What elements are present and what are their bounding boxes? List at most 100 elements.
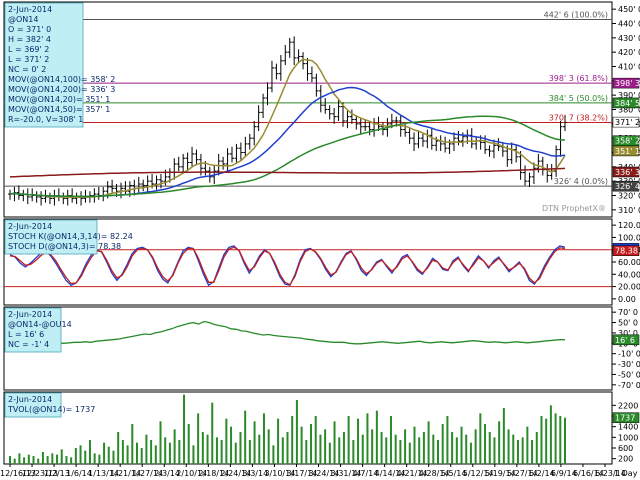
legend-entry: MOV(@ON14,50)= 357' 1	[8, 105, 110, 114]
y-tick-label: -10' 0	[618, 350, 640, 359]
y-tick-label: 100.00	[618, 233, 640, 242]
volume-bar	[98, 454, 101, 464]
volume-bar	[512, 434, 515, 464]
y-tick-label: 430' 0	[618, 34, 640, 43]
volume-bar	[51, 453, 54, 464]
legend-entry: NC = 0' 2	[8, 65, 46, 74]
volume-bar	[135, 442, 138, 464]
volume-bar	[93, 453, 96, 464]
volume-bar	[164, 437, 167, 464]
volume-bar	[314, 416, 317, 464]
legend-entry: STOCH K(@ON14,3,14)= 82.24	[8, 232, 133, 241]
volume-bar	[474, 429, 477, 464]
volume-bar	[267, 429, 270, 464]
legend-entry: MOV(@ON14,100)= 358' 2	[8, 75, 115, 84]
y-tick-label: 20.00	[618, 283, 640, 292]
timeframe-label: 1 Day	[614, 469, 638, 478]
volume-bar	[140, 448, 143, 464]
volume-bar	[60, 449, 63, 464]
volume-bar	[187, 424, 190, 464]
value-badge-text: 326' 4	[615, 182, 640, 191]
value-badge-text: 351' 1	[615, 147, 640, 156]
legend-entry: H = 382' 4	[8, 35, 51, 44]
y-tick-label: 0.00	[618, 295, 636, 304]
volume-bar	[432, 434, 435, 464]
value-badge-text: 16' 6	[615, 336, 635, 345]
volume-bar	[112, 450, 115, 464]
legend-entry: @ON14-@OU14	[8, 320, 72, 329]
volume-bar	[437, 440, 440, 464]
fib-label: 398' 3 (61.8%)	[549, 74, 608, 83]
volume-bar	[107, 446, 110, 464]
volume-bar	[103, 442, 106, 464]
volume-bar	[310, 424, 313, 464]
panel-4: 220018001400100060020017372-Jun-2014TVOL…	[3, 391, 640, 465]
volume-bar	[88, 440, 91, 464]
watermark: DTN ProphetX®	[542, 204, 606, 213]
volume-bar	[451, 432, 454, 464]
volume-bar	[380, 432, 383, 464]
volume-bar	[540, 416, 543, 464]
y-tick-label: 320' 0	[618, 192, 640, 201]
y-tick-label: -70' 0	[618, 381, 640, 390]
volume-bar	[159, 421, 162, 464]
legend-entry: TVOL(@ON14)= 1737	[7, 405, 95, 414]
legend-entry: NC = -1' 4	[8, 340, 49, 349]
volume-bar	[56, 454, 59, 464]
volume-bar	[333, 421, 336, 464]
volume-bar	[516, 440, 519, 464]
volume-bar	[70, 457, 73, 464]
y-tick-label: 60.00	[618, 258, 640, 267]
legend-entry: L = 369' 2	[8, 45, 49, 54]
y-tick-label: 40.00	[618, 270, 640, 279]
volume-bar	[460, 426, 463, 464]
volume-bar	[225, 418, 228, 464]
volume-bar	[117, 432, 120, 464]
volume-bar	[352, 440, 355, 464]
legend-entry: MOV(@ON14,20)= 351' 1	[8, 95, 110, 104]
volume-bar	[488, 432, 491, 464]
volume-bar	[347, 416, 350, 464]
volume-bar	[319, 434, 322, 464]
volume-bar	[498, 421, 501, 464]
volume-bar	[342, 432, 345, 464]
fib-label: 326' 4 (0.0%)	[554, 177, 608, 186]
volume-bar	[375, 410, 378, 464]
volume-bar	[389, 416, 392, 464]
value-badge-text: 78.38	[615, 247, 638, 256]
volume-bar	[446, 416, 449, 464]
volume-bar	[192, 445, 195, 464]
volume-bar	[399, 440, 402, 464]
volume-bar	[79, 445, 82, 464]
volume-bar	[465, 434, 468, 464]
volume-bar	[201, 432, 204, 464]
volume-bar	[272, 445, 275, 464]
fib-label: 442' 6 (100.0%)	[544, 11, 608, 20]
volume-bar	[324, 429, 327, 464]
volume-bar	[23, 457, 26, 464]
volume-bar	[154, 445, 157, 464]
volume-bar	[65, 456, 68, 464]
y-tick-label: 420' 0	[618, 48, 640, 57]
volume-bar	[338, 437, 341, 464]
volume-bar	[173, 429, 176, 464]
volume-bar	[197, 413, 200, 464]
legend-entry: L = 16' 6	[8, 330, 44, 339]
legend-entry: L = 371' 2	[8, 55, 49, 64]
panel-frame	[3, 306, 613, 391]
volume-bar	[220, 440, 223, 464]
volume-bar	[502, 408, 505, 464]
y-tick-label: 1400	[618, 423, 638, 432]
volume-bar	[413, 426, 416, 464]
volume-bar	[535, 432, 538, 464]
volume-bar	[418, 437, 421, 464]
volume-bar	[131, 424, 134, 464]
legend-entry: 2-Jun-2014	[8, 5, 52, 14]
volume-bar	[121, 440, 124, 464]
legend-entry: 2-Jun-2014	[8, 395, 52, 404]
legend-entry: STOCH D(@ON14,3)= 78.38	[8, 242, 121, 251]
legend-entry: O = 371' 0	[8, 25, 51, 34]
volume-bar	[211, 402, 214, 464]
volume-bar	[361, 434, 364, 464]
y-tick-label: 1000	[618, 433, 638, 442]
